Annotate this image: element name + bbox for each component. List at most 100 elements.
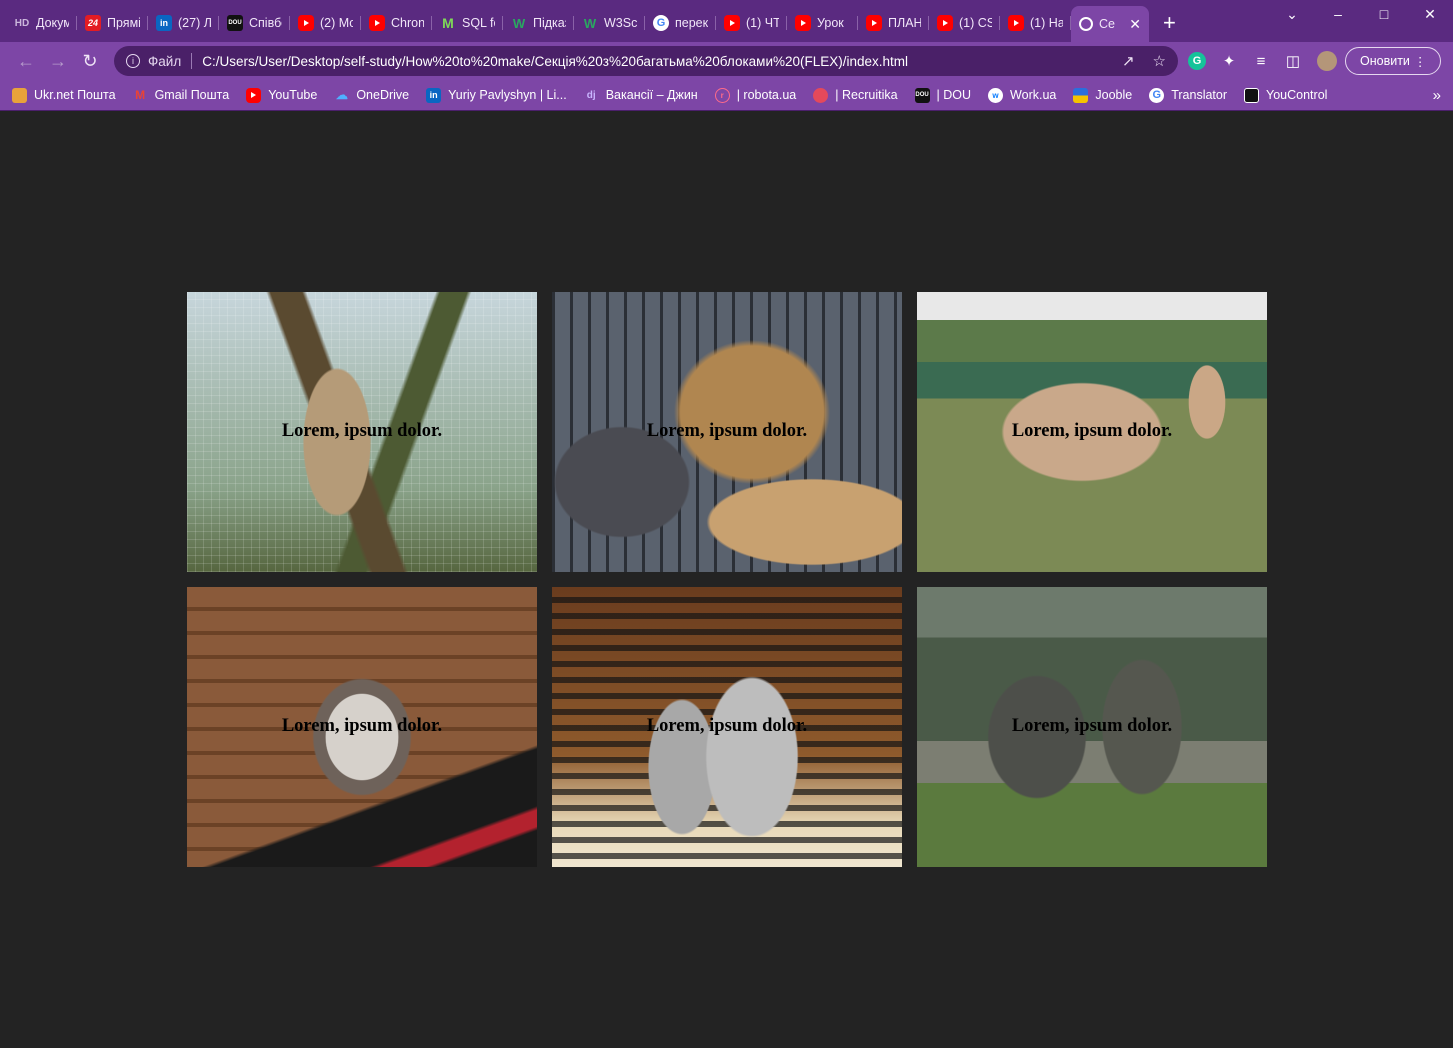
bookmark-item[interactable]: Jooble	[1073, 87, 1133, 103]
tab-label: (1) На	[1030, 16, 1063, 30]
tab-label: SQL fo	[462, 16, 495, 30]
tab[interactable]: HD Докум	[6, 6, 77, 40]
bookmark-item[interactable]: M Gmail Пошта	[133, 88, 229, 103]
address-url[interactable]: C:/Users/User/Desktop/self-study/How%20t…	[202, 54, 1104, 69]
site-info-icon[interactable]: i	[126, 54, 140, 68]
bookmark-item[interactable]: ☁ OneDrive	[334, 88, 409, 103]
reload-icon[interactable]: ↻	[74, 51, 106, 72]
yt-favicon-icon	[298, 15, 314, 31]
bookmark-item[interactable]: in Yuriy Pavlyshyn | Li...	[426, 87, 567, 103]
tab[interactable]: (2) Мо	[290, 6, 361, 40]
bookmark-label: Yuriy Pavlyshyn | Li...	[448, 88, 567, 102]
tab-label: Співбе	[249, 16, 282, 30]
bookmark-item[interactable]: w Work.ua	[988, 87, 1057, 103]
tab-search-icon[interactable]: ⌄	[1269, 6, 1315, 23]
yt-favicon-icon	[937, 15, 953, 31]
od-favicon-icon: ☁	[335, 88, 348, 102]
tab[interactable]: Chron	[361, 6, 432, 40]
yt-favicon-icon	[724, 15, 740, 31]
li-favicon-icon: in	[426, 87, 442, 103]
bookmark-item[interactable]: DOU | DOU	[914, 87, 971, 103]
maximize-icon[interactable]: □	[1361, 6, 1407, 23]
share-icon[interactable]: ↗	[1122, 52, 1135, 70]
tab[interactable]: 24 Прямі	[77, 6, 148, 40]
tab[interactable]: (1) На	[1000, 6, 1071, 40]
bookmark-item[interactable]: YouTube	[246, 87, 317, 103]
yt-favicon-icon	[1008, 15, 1024, 31]
extensions-puzzle-icon[interactable]: ✦	[1213, 52, 1245, 70]
tab-active[interactable]: Се ✕	[1071, 6, 1149, 42]
bookmark-label: OneDrive	[356, 88, 410, 102]
yt-favicon-icon	[795, 15, 811, 31]
minimize-icon[interactable]: –	[1315, 6, 1361, 23]
address-bar[interactable]: i Файл C:/Users/User/Desktop/self-study/…	[114, 46, 1178, 76]
card-caption: Lorem, ipsum dolor.	[281, 420, 443, 441]
tab-label: ПЛАН	[888, 16, 921, 30]
cards-grid: Lorem, ipsum dolor. Lorem, ipsum dolor. Lo…	[187, 292, 1267, 867]
side-panel-icon[interactable]: ◫	[1277, 52, 1309, 70]
bookmark-label: | robota.ua	[736, 88, 797, 102]
tab[interactable]: (1) ЧТ	[716, 6, 787, 40]
tab-label: Се	[1099, 17, 1115, 31]
bookmark-label: Jooble	[1095, 88, 1133, 102]
tab[interactable]: Урок	[787, 6, 858, 40]
card-caption: Lorem, ipsum dolor.	[281, 715, 443, 736]
tab[interactable]: W Підказ	[503, 6, 574, 40]
yc-favicon-icon	[1244, 87, 1260, 103]
gallery-card: Lorem, ipsum dolor.	[187, 587, 537, 867]
address-scheme-label: Файл	[148, 53, 182, 69]
tab[interactable]: ПЛАН	[858, 6, 929, 40]
card-caption: Lorem, ipsum dolor.	[1011, 420, 1173, 441]
bookmark-item[interactable]: YouControl	[1244, 87, 1327, 103]
yt-favicon-icon	[866, 15, 882, 31]
gallery-card: Lorem, ipsum dolor.	[917, 587, 1267, 867]
g-favicon-icon: G	[653, 15, 669, 31]
update-button[interactable]: Оновити ⋮	[1345, 47, 1442, 75]
bookmark-star-icon[interactable]: ☆	[1153, 52, 1166, 70]
bookmarks-overflow-icon[interactable]: »	[1433, 87, 1441, 104]
gallery-card: Lorem, ipsum dolor.	[917, 292, 1267, 572]
gallery-card: Lorem, ipsum dolor.	[187, 292, 537, 572]
tab[interactable]: in (27) Лі	[148, 6, 219, 40]
w-favicon-icon: W	[512, 15, 526, 31]
forward-icon[interactable]: →	[42, 51, 74, 72]
reading-list-icon[interactable]: ≡	[1245, 53, 1277, 70]
bookmark-label: | Recruitika	[835, 88, 898, 102]
close-window-icon[interactable]: ✕	[1407, 6, 1453, 23]
tab-label: (2) Мо	[320, 16, 353, 30]
tab-close-icon[interactable]: ✕	[1129, 16, 1141, 33]
tab[interactable]: (1) CS	[929, 6, 1000, 40]
bookmarks-container: Ukr.net Пошта M Gmail Пошта YouTube ☁ OneDriv…	[12, 87, 1344, 103]
bookmark-item[interactable]: dj Вакансії – Джин	[584, 88, 698, 103]
address-divider	[191, 53, 193, 69]
tab-label: Chron	[391, 16, 424, 30]
bookmark-label: Work.ua	[1010, 88, 1057, 102]
tab-label: Підказ	[533, 16, 566, 30]
li-favicon-icon: in	[156, 15, 172, 31]
bookmark-item[interactable]: Ukr.net Пошта	[12, 87, 116, 103]
window-controls: ⌄ – □ ✕	[1269, 6, 1453, 23]
more-menu-icon[interactable]: ⋮	[1414, 54, 1427, 69]
tab-label: W3Sch	[604, 16, 637, 30]
g-favicon-icon: G	[1149, 87, 1165, 103]
tab-strip: HD Докум 24 Прямі in (27) Лі DOU Співбе (2) Мо Ch…	[0, 0, 1453, 42]
dou-favicon-icon: DOU	[914, 87, 930, 103]
tab-label: (1) CS	[959, 16, 992, 30]
bookmark-item[interactable]: | Recruitika	[813, 87, 898, 103]
tab[interactable]: DOU Співбе	[219, 6, 290, 40]
gmail-favicon-icon: M	[135, 88, 146, 102]
ukr-favicon-icon	[12, 87, 27, 103]
rob-favicon-icon: r	[714, 87, 730, 103]
tabs-container: HD Докум 24 Прямі in (27) Лі DOU Співбе (2) Мо Ch…	[6, 6, 1149, 42]
bookmark-item[interactable]: r | robota.ua	[714, 87, 797, 103]
profile-avatar[interactable]	[1317, 51, 1337, 71]
back-icon[interactable]: ←	[10, 51, 42, 72]
bookmark-item[interactable]: G Translator	[1149, 87, 1227, 103]
tab[interactable]: W W3Sch	[574, 6, 645, 40]
m-favicon-icon: M	[442, 15, 454, 31]
tab[interactable]: Gперек	[645, 6, 716, 40]
new-tab-icon[interactable]: +	[1163, 10, 1176, 36]
dj-favicon-icon: dj	[586, 89, 596, 101]
tab[interactable]: M SQL fo	[432, 6, 503, 40]
grammarly-extension-icon[interactable]: G	[1188, 52, 1206, 70]
